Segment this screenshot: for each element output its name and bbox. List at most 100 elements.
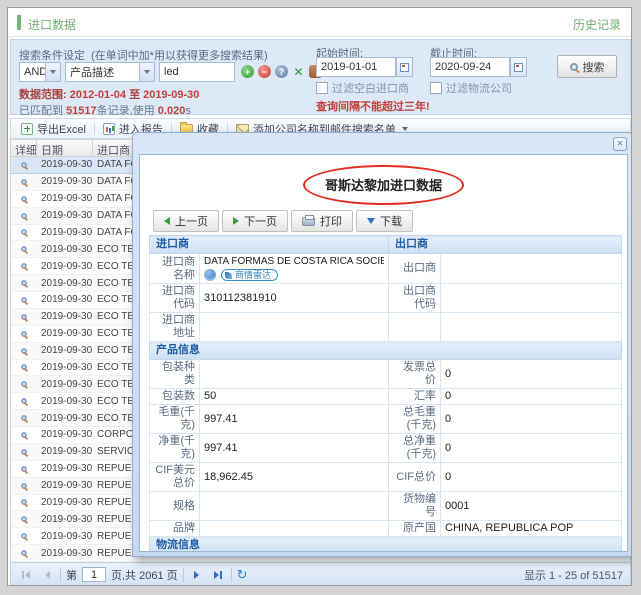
page-number-input[interactable] — [82, 567, 106, 582]
first-page-button[interactable] — [18, 567, 34, 583]
row-date: 2019-09-30 — [37, 244, 93, 255]
field-label: 总毛重(千克) — [389, 405, 441, 434]
magnifier-icon[interactable] — [21, 246, 27, 252]
row-date: 2019-09-30 — [37, 294, 93, 305]
chevron-down-icon[interactable] — [139, 63, 154, 81]
field-label: 总净重(千克) — [389, 434, 441, 463]
detail-row: 进口商代码310112381910出口商代码 — [150, 284, 622, 313]
magnifier-icon[interactable] — [21, 263, 27, 269]
magnifier-icon[interactable] — [21, 449, 27, 455]
prev-page-button[interactable] — [39, 567, 55, 583]
remove-condition-icon[interactable] — [258, 65, 271, 78]
download-icon — [367, 218, 375, 224]
refresh-icon[interactable] — [237, 568, 248, 581]
field-value — [441, 254, 622, 284]
field-value — [200, 313, 389, 342]
row-date: 2019-09-30 — [37, 379, 93, 390]
field-value: 0 — [441, 389, 622, 405]
column-header-detail[interactable]: 详细 — [11, 140, 37, 156]
history-link[interactable]: 历史记录 — [573, 16, 621, 33]
report-icon — [103, 123, 115, 135]
column-header-date[interactable]: 日期 — [37, 140, 93, 156]
section-header: 进口商 — [150, 236, 389, 254]
toolbar-separator — [94, 123, 95, 135]
magnifier-icon[interactable] — [21, 466, 27, 472]
clear-icon[interactable] — [292, 65, 305, 78]
magnifier-icon[interactable] — [21, 364, 27, 370]
pagination-separator — [183, 568, 184, 582]
globe-icon[interactable] — [204, 269, 216, 281]
field-select[interactable]: 产品描述 — [65, 62, 155, 82]
magnifier-icon[interactable] — [21, 331, 27, 337]
close-icon[interactable] — [613, 137, 627, 151]
magnifier-icon[interactable] — [21, 483, 27, 489]
help-icon[interactable] — [275, 65, 288, 78]
start-date-input[interactable] — [316, 57, 396, 77]
bool-operator-value: AND — [20, 66, 45, 78]
download-button[interactable]: 下载 — [356, 210, 413, 232]
row-date: 2019-09-30 — [37, 396, 93, 407]
page-header: 进口数据 历史记录 — [8, 8, 631, 37]
filter-logistics-option[interactable]: 过滤物流公司 — [430, 80, 512, 96]
search-icon — [570, 63, 578, 71]
magnifier-icon[interactable] — [21, 348, 27, 354]
magnifier-icon[interactable] — [21, 381, 27, 387]
last-page-button[interactable] — [210, 567, 226, 583]
magnifier-icon[interactable] — [21, 162, 27, 168]
field-label: 品牌 — [150, 521, 200, 537]
field-value: 997.41 — [200, 405, 389, 434]
magnifier-icon[interactable] — [21, 432, 27, 438]
chevron-down-icon[interactable] — [45, 63, 60, 81]
row-date: 2019-09-30 — [37, 227, 93, 238]
detail-row: 包装种类发票总价0 — [150, 360, 622, 389]
modal-title-area: 哥斯达黎加进口数据 — [140, 165, 627, 205]
display-info: 显示 1 - 25 of 51517 — [524, 567, 623, 583]
add-condition-icon[interactable] — [241, 65, 254, 78]
magnifier-icon[interactable] — [21, 550, 27, 556]
filter-blank-importer-option[interactable]: 过滤空白进口商 — [316, 80, 409, 96]
prev-record-button[interactable]: 上一页 — [153, 210, 219, 232]
calendar-icon[interactable] — [510, 57, 527, 77]
matched-time: 0.020 — [158, 105, 186, 117]
filter-blank-importer-label: 过滤空白进口商 — [332, 80, 409, 96]
magnifier-icon[interactable] — [21, 229, 27, 235]
field-value: 0 — [441, 360, 622, 389]
magnifier-icon[interactable] — [21, 196, 27, 202]
row-date: 2019-09-30 — [37, 311, 93, 322]
end-date-input[interactable] — [430, 57, 510, 77]
radar-badge[interactable]: 商情雷达 — [221, 269, 278, 281]
detail-row: 进口商地址 — [150, 313, 622, 342]
data-range-label: 数据范围: — [19, 89, 67, 101]
row-date: 2019-09-30 — [37, 362, 93, 373]
next-page-button[interactable] — [189, 567, 205, 583]
magnifier-icon[interactable] — [21, 415, 27, 421]
detail-row: 品牌原产国CHINA, REPUBLICA POP — [150, 521, 622, 537]
search-button[interactable]: 搜索 — [557, 55, 617, 78]
magnifier-icon[interactable] — [21, 516, 27, 522]
matched-middle: 条记录,使用 — [97, 105, 155, 117]
magnifier-icon[interactable] — [21, 533, 27, 539]
radar-badge-label: 商情雷达 — [235, 271, 271, 280]
pagination-separator — [231, 568, 232, 582]
magnifier-icon[interactable] — [21, 499, 27, 505]
magnifier-icon[interactable] — [21, 179, 27, 185]
export-excel-button[interactable]: 导出Excel — [15, 121, 92, 137]
bool-operator-select[interactable]: AND — [19, 62, 61, 82]
detail-row: 包装数50汇率0 — [150, 389, 622, 405]
page-total-label: 页,共 2061 页 — [111, 567, 178, 583]
calendar-icon[interactable] — [396, 57, 413, 77]
keyword-input[interactable] — [159, 62, 235, 82]
magnifier-icon[interactable] — [21, 297, 27, 303]
search-panel: 搜索条件设定(在单词中加*用以获得更多搜索结果) AND 产品描述 数据范围: … — [10, 39, 631, 115]
checkbox[interactable] — [430, 82, 442, 94]
magnifier-icon[interactable] — [21, 213, 27, 219]
red-circle-annotation: 哥斯达黎加进口数据 — [303, 165, 464, 205]
next-record-button[interactable]: 下一页 — [222, 210, 288, 232]
field-value — [441, 313, 622, 342]
magnifier-icon[interactable] — [21, 398, 27, 404]
field-value — [200, 360, 389, 389]
checkbox[interactable] — [316, 82, 328, 94]
magnifier-icon[interactable] — [21, 314, 27, 320]
print-button[interactable]: 打印 — [291, 210, 353, 232]
magnifier-icon[interactable] — [21, 280, 27, 286]
